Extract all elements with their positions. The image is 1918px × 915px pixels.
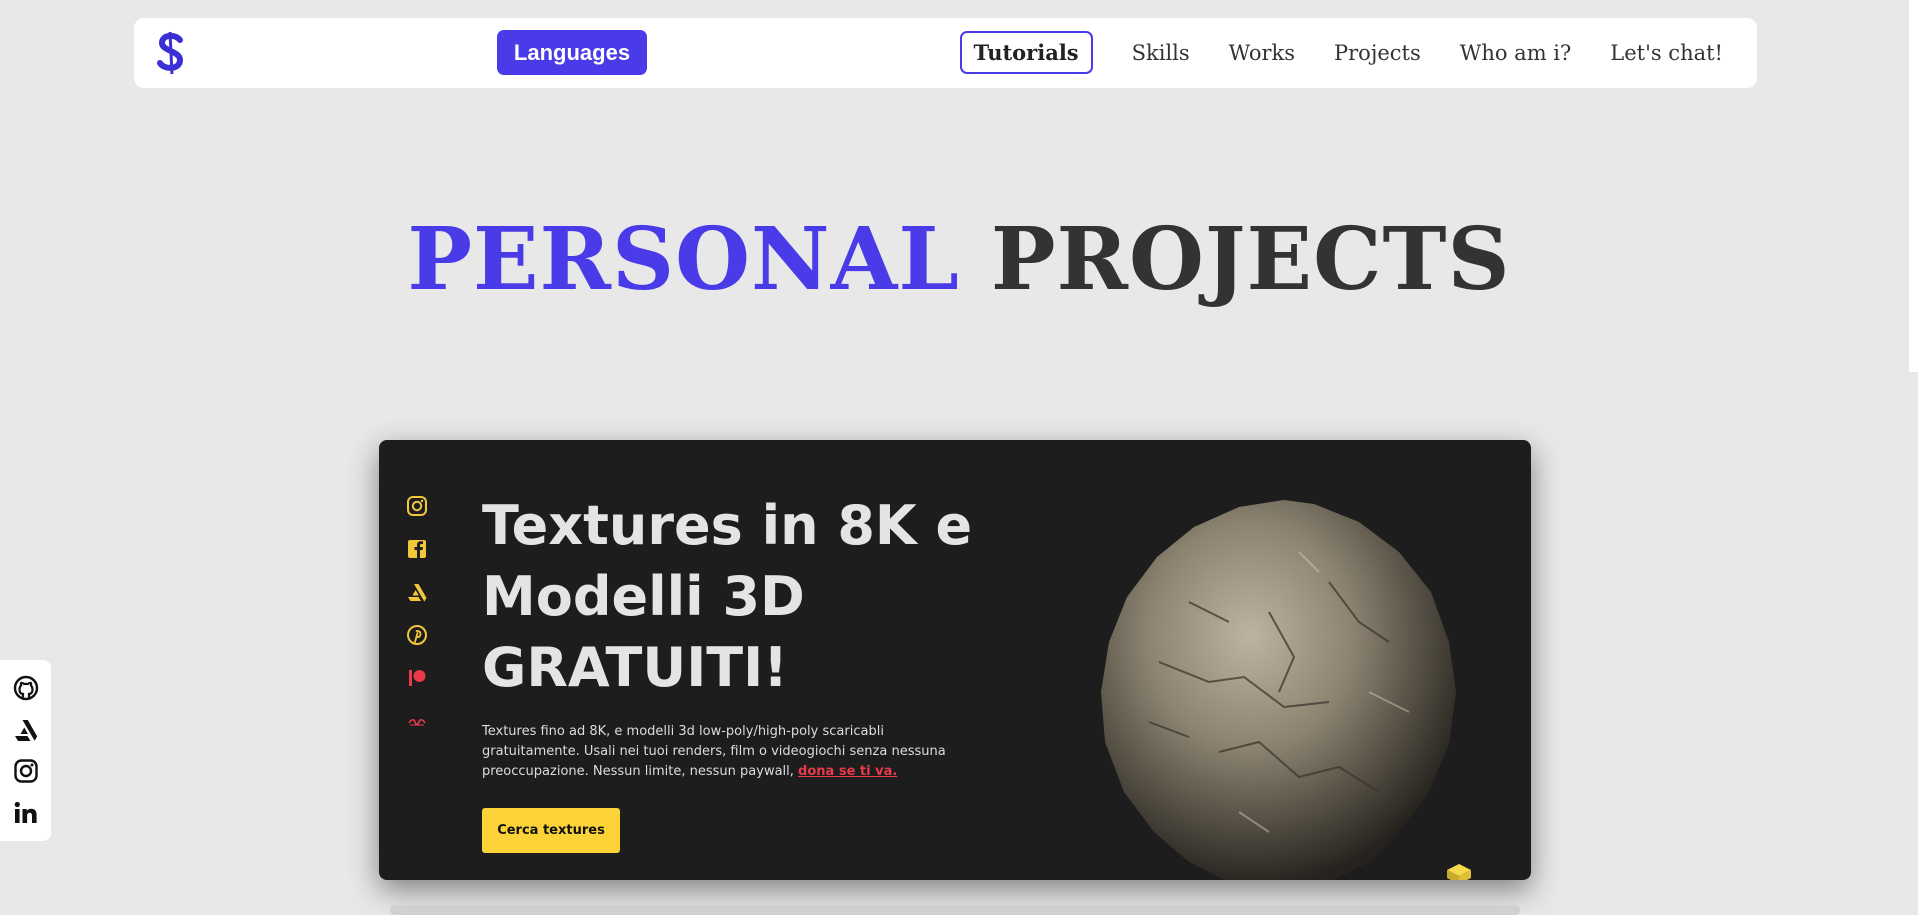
- card-social-icons: [405, 495, 429, 732]
- patreon-icon[interactable]: [406, 667, 428, 689]
- card-title: Textures in 8K e Modelli 3D GRATUITI!: [482, 490, 1042, 703]
- s-logo-icon[interactable]: [154, 30, 188, 76]
- search-textures-button[interactable]: Cerca textures: [482, 808, 620, 853]
- nav-lets-chat[interactable]: Let's chat!: [1610, 41, 1723, 65]
- nav-tutorials[interactable]: Tutorials: [959, 31, 1093, 74]
- rock-texture-sphere-image: [1101, 500, 1456, 880]
- languages-button[interactable]: Languages: [497, 30, 647, 75]
- project-card[interactable]: Textures in 8K e Modelli 3D GRATUITI! Te…: [379, 440, 1531, 880]
- nav-skills[interactable]: Skills: [1132, 41, 1190, 65]
- instagram-icon[interactable]: [13, 758, 39, 784]
- donate-link[interactable]: dona se ti va.: [798, 764, 897, 779]
- title-word-projects: PROJECTS: [990, 209, 1511, 310]
- card-title-line: Textures in 8K e: [482, 494, 973, 557]
- top-navbar: Languages Tutorials Skills Works Project…: [134, 18, 1757, 88]
- artstation-icon[interactable]: [406, 581, 428, 603]
- social-dock: [0, 660, 51, 841]
- nav-works[interactable]: Works: [1229, 41, 1295, 65]
- nav-who-am-i[interactable]: Who am i?: [1460, 41, 1572, 65]
- cube-icon: [1447, 864, 1471, 880]
- card-description: Textures fino ad 8K, e modelli 3d low-po…: [482, 722, 952, 782]
- nav-links: Tutorials Skills Works Projects Who am i…: [959, 30, 1723, 75]
- nav-projects[interactable]: Projects: [1334, 41, 1421, 65]
- instagram-icon[interactable]: [406, 495, 428, 517]
- scrollbar-track[interactable]: [1909, 0, 1918, 372]
- next-card-edge: [390, 905, 1520, 915]
- card-title-line: Modelli 3D: [482, 565, 805, 628]
- artstation-icon[interactable]: [13, 717, 39, 743]
- linkedin-icon[interactable]: [13, 800, 39, 826]
- title-word-personal: PERSONAL: [407, 209, 960, 310]
- github-icon[interactable]: [13, 675, 39, 701]
- blender-market-icon[interactable]: [406, 710, 428, 732]
- facebook-icon[interactable]: [406, 538, 428, 560]
- card-title-line: GRATUITI!: [482, 636, 788, 699]
- pinterest-icon[interactable]: [406, 624, 428, 646]
- page-title: PERSONAL PROJECTS: [0, 205, 1918, 315]
